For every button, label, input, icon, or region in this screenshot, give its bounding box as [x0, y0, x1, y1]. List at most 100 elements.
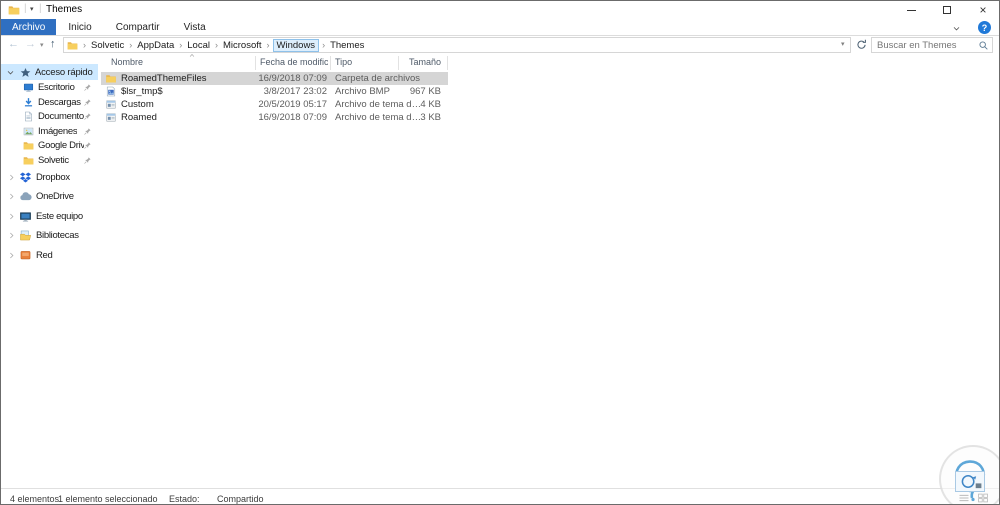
breadcrumb-windows[interactable]: Windows: [272, 38, 320, 52]
tab-archivo[interactable]: Archivo: [1, 19, 57, 35]
column-separator[interactable]: [398, 56, 399, 70]
search-input[interactable]: [877, 38, 977, 52]
sidebar-item-descargas[interactable]: Descargas: [1, 95, 98, 110]
downloads-icon: [23, 97, 34, 108]
file-row-lsr-tmp[interactable]: $lsr_tmp$ 3/8/2017 23:02 Archivo BMP 967…: [101, 85, 448, 98]
ribbon-tab-bar: Archivo Inicio Compartir Vista ?: [1, 19, 999, 36]
column-header-fecha[interactable]: Fecha de modifica…: [260, 57, 328, 67]
app-folder-icon: [8, 4, 20, 16]
crumb-separator[interactable]: ›: [176, 40, 185, 50]
crumb-separator[interactable]: ›: [264, 40, 273, 50]
view-details-button[interactable]: [955, 491, 972, 505]
sidebar-item-solvetic[interactable]: Solvetic: [1, 153, 98, 168]
address-history-caret-icon[interactable]: ▾: [841, 40, 845, 48]
close-button[interactable]: ×: [965, 1, 999, 19]
address-toolbar: ← → ▾ ↑ › Solvetic › AppData › Local › M…: [1, 36, 999, 54]
sidebar-item-dropbox[interactable]: Dropbox: [1, 169, 98, 185]
file-date: 20/5/2019 05:17: [258, 99, 327, 110]
help-button[interactable]: ?: [978, 21, 991, 34]
tab-compartir[interactable]: Compartir: [104, 19, 172, 35]
document-icon: [23, 111, 34, 122]
chevron-right-icon[interactable]: [7, 192, 16, 201]
sidebar-item-label: OneDrive: [36, 191, 74, 202]
file-row-custom[interactable]: Custom 20/5/2019 05:17 Archivo de tema d…: [101, 98, 448, 111]
sidebar-item-acceso-rapido[interactable]: Acceso rápido: [1, 64, 98, 80]
column-header-tipo[interactable]: Tipo: [335, 57, 352, 67]
pin-icon: [83, 112, 92, 121]
breadcrumb-solvetic[interactable]: Solvetic: [89, 40, 126, 51]
sidebar-item-este-equipo[interactable]: Este equipo: [1, 208, 98, 224]
file-size: [389, 72, 441, 85]
sidebar-item-onedrive[interactable]: OneDrive: [1, 189, 98, 205]
column-separator[interactable]: [447, 56, 448, 70]
folder-icon: [23, 155, 34, 166]
crumb-separator[interactable]: ›: [80, 40, 89, 50]
up-button[interactable]: ↑: [50, 38, 56, 50]
chevron-right-icon[interactable]: [7, 231, 16, 240]
file-size: 4 KB: [420, 99, 441, 110]
breadcrumb-local[interactable]: Local: [185, 40, 212, 51]
theme-file-icon: [105, 99, 117, 110]
file-row-roamed[interactable]: Roamed 16/9/2018 07:09 Archivo de tema d…: [101, 111, 448, 124]
sidebar-item-label: Acceso rápido: [35, 66, 93, 78]
refresh-icon[interactable]: [855, 38, 868, 51]
pin-icon: [83, 141, 92, 150]
sidebar-item-google-drive[interactable]: Google Drive: [1, 138, 98, 153]
chevron-right-icon[interactable]: [7, 212, 16, 221]
status-bar: 4 elementos 1 elemento seleccionado Esta…: [1, 488, 999, 505]
crumb-separator[interactable]: ›: [319, 40, 328, 50]
forward-button[interactable]: →: [25, 38, 36, 50]
titlebar[interactable]: | ▾ | Themes ×: [1, 1, 999, 19]
help-icon: ?: [981, 22, 988, 33]
chevron-right-icon[interactable]: [7, 173, 16, 182]
file-date: 3/8/2017 23:02: [263, 86, 327, 97]
tab-vista[interactable]: Vista: [172, 19, 218, 35]
search-icon[interactable]: [978, 40, 989, 51]
sidebar-item-label: Imágenes: [38, 125, 78, 137]
breadcrumb-appdata[interactable]: AppData: [135, 40, 176, 51]
file-name: Custom: [121, 99, 154, 110]
sidebar-item-label: Bibliotecas: [36, 230, 79, 241]
minimize-button[interactable]: [893, 1, 929, 19]
sidebar-item-documentos[interactable]: Documentos: [1, 109, 98, 124]
pin-icon: [83, 83, 92, 92]
column-header-nombre[interactable]: Nombre: [111, 57, 143, 67]
recent-locations-caret-icon[interactable]: ▾: [40, 41, 44, 49]
chevron-down-icon[interactable]: [6, 68, 15, 77]
tab-inicio[interactable]: Inicio: [56, 19, 103, 35]
expand-ribbon-chevron-icon[interactable]: [952, 24, 961, 33]
address-folder-icon: [67, 40, 78, 51]
file-row-roamedthemefiles[interactable]: RoamedThemeFiles 16/9/2018 07:09 Carpeta…: [101, 72, 448, 85]
sidebar-item-label: Solvetic: [38, 154, 69, 166]
sidebar-item-label: Google Drive: [38, 140, 84, 151]
chevron-right-icon[interactable]: [7, 251, 16, 260]
sidebar-item-bibliotecas[interactable]: Bibliotecas: [1, 228, 98, 244]
file-date: 16/9/2018 07:09: [258, 73, 327, 84]
search-box[interactable]: [871, 37, 993, 53]
bmp-file-icon: [105, 86, 117, 97]
crumb-separator[interactable]: ›: [126, 40, 135, 50]
maximize-button[interactable]: [929, 1, 965, 19]
pin-icon: [83, 98, 92, 107]
computer-icon: [19, 210, 32, 223]
column-header-tamano[interactable]: Tamaño: [399, 57, 441, 67]
minimize-icon: [906, 9, 916, 11]
column-separator[interactable]: [330, 56, 331, 70]
crumb-separator[interactable]: ›: [212, 40, 221, 50]
column-separator[interactable]: [255, 56, 256, 70]
sidebar-item-escritorio[interactable]: Escritorio: [1, 80, 98, 95]
folder-icon: [23, 140, 34, 151]
breadcrumb-microsoft[interactable]: Microsoft: [221, 40, 264, 51]
breadcrumb-themes[interactable]: Themes: [328, 40, 366, 51]
view-thumbnails-button[interactable]: [974, 491, 991, 505]
sidebar-item-red[interactable]: Red: [1, 247, 98, 263]
dropbox-icon: [19, 171, 32, 184]
qat-customize-caret-icon[interactable]: ▾: [30, 5, 34, 13]
back-button[interactable]: ←: [8, 38, 19, 50]
sidebar-item-label: Dropbox: [36, 171, 70, 183]
titlebar-separator: |: [24, 3, 27, 14]
desktop-icon: [23, 82, 34, 93]
sidebar-item-imagenes[interactable]: Imágenes: [1, 124, 98, 139]
state-label: Estado:: [169, 494, 200, 504]
address-bar[interactable]: › Solvetic › AppData › Local › Microsoft…: [63, 37, 851, 53]
